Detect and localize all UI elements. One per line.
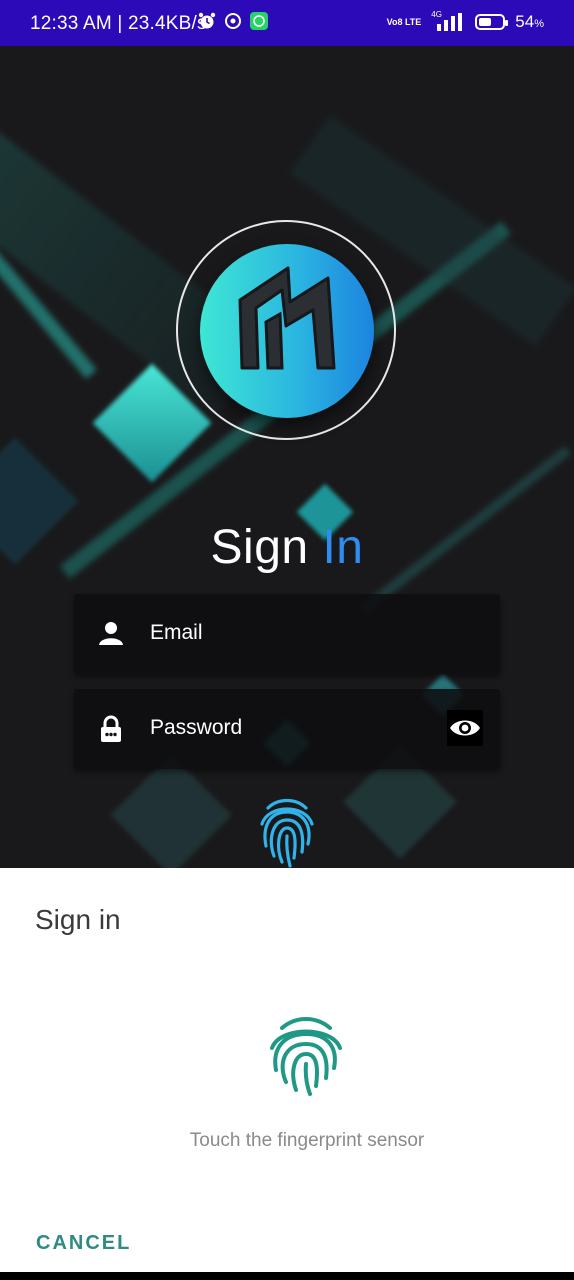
volte-indicator: Vo8 LTE xyxy=(386,16,422,27)
cancel-button[interactable]: CANCEL xyxy=(36,1232,131,1255)
fingerprint-login-icon[interactable] xyxy=(258,796,316,868)
signal-icon: 4G xyxy=(431,10,465,31)
email-field[interactable]: Email xyxy=(74,594,500,674)
password-field[interactable]: Password xyxy=(74,689,500,769)
page-title: Sign In xyxy=(210,521,364,574)
fingerprint-dialog: Sign in Touch the fingerprint sensor CAN… xyxy=(0,868,574,1272)
status-right-icons: Vo8 LTE 4G 54% xyxy=(386,10,544,32)
status-bar: 12:33 AM | 23.4KB/s Vo8 LTE 4G 54% xyxy=(0,0,574,46)
status-left-icons xyxy=(198,12,268,30)
lock-icon xyxy=(101,715,121,742)
email-placeholder: Email xyxy=(150,621,203,644)
logo-mark-icon xyxy=(238,266,336,370)
alarm-icon xyxy=(198,12,216,29)
status-time: 12:33 AM | 23.4KB/s xyxy=(30,13,207,34)
whatsapp-icon xyxy=(250,12,268,30)
data-saver-icon xyxy=(225,13,241,29)
user-icon xyxy=(99,622,123,645)
dialog-hint: Touch the fingerprint sensor xyxy=(189,1130,425,1151)
battery-fill xyxy=(479,18,492,26)
show-password-button[interactable] xyxy=(447,710,483,746)
password-placeholder: Password xyxy=(150,716,243,739)
fingerprint-icon xyxy=(270,1017,342,1096)
battery-icon xyxy=(475,14,509,30)
eye-icon xyxy=(450,720,480,736)
dialog-title: Sign in xyxy=(35,904,121,935)
battery-percent: 54% xyxy=(515,12,544,31)
navigation-bar xyxy=(0,1272,574,1280)
